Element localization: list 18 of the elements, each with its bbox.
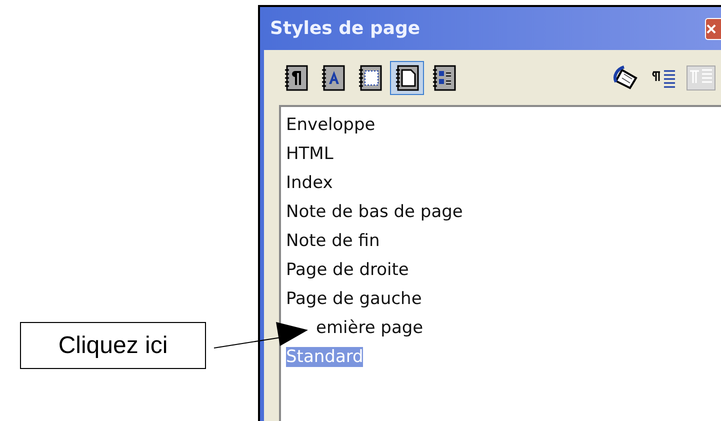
window-title: Styles de page: [270, 18, 420, 39]
style-item[interactable]: emière page: [316, 318, 424, 338]
style-item[interactable]: Enveloppe: [286, 115, 376, 135]
style-item[interactable]: Page de gauche: [286, 289, 422, 309]
style-family-button[interactable]: [390, 60, 424, 94]
style-item[interactable]: Note de bas de page: [286, 202, 463, 222]
style-item[interactable]: Index: [286, 173, 333, 193]
page-styles-icon: [394, 64, 420, 92]
style-item[interactable]: Note de fin: [286, 231, 380, 251]
style-item[interactable]: Page de droite: [286, 260, 409, 280]
close-button[interactable]: ×: [705, 18, 721, 40]
style-item[interactable]: HTML: [286, 144, 334, 164]
callout-label: Cliquez ici: [20, 322, 206, 369]
list-styles-icon: [431, 64, 457, 92]
frame-styles-icon: [357, 64, 383, 92]
update-style-icon: [686, 64, 716, 90]
character-styles-icon: [320, 64, 346, 92]
paragraph-styles-icon: [283, 64, 309, 92]
